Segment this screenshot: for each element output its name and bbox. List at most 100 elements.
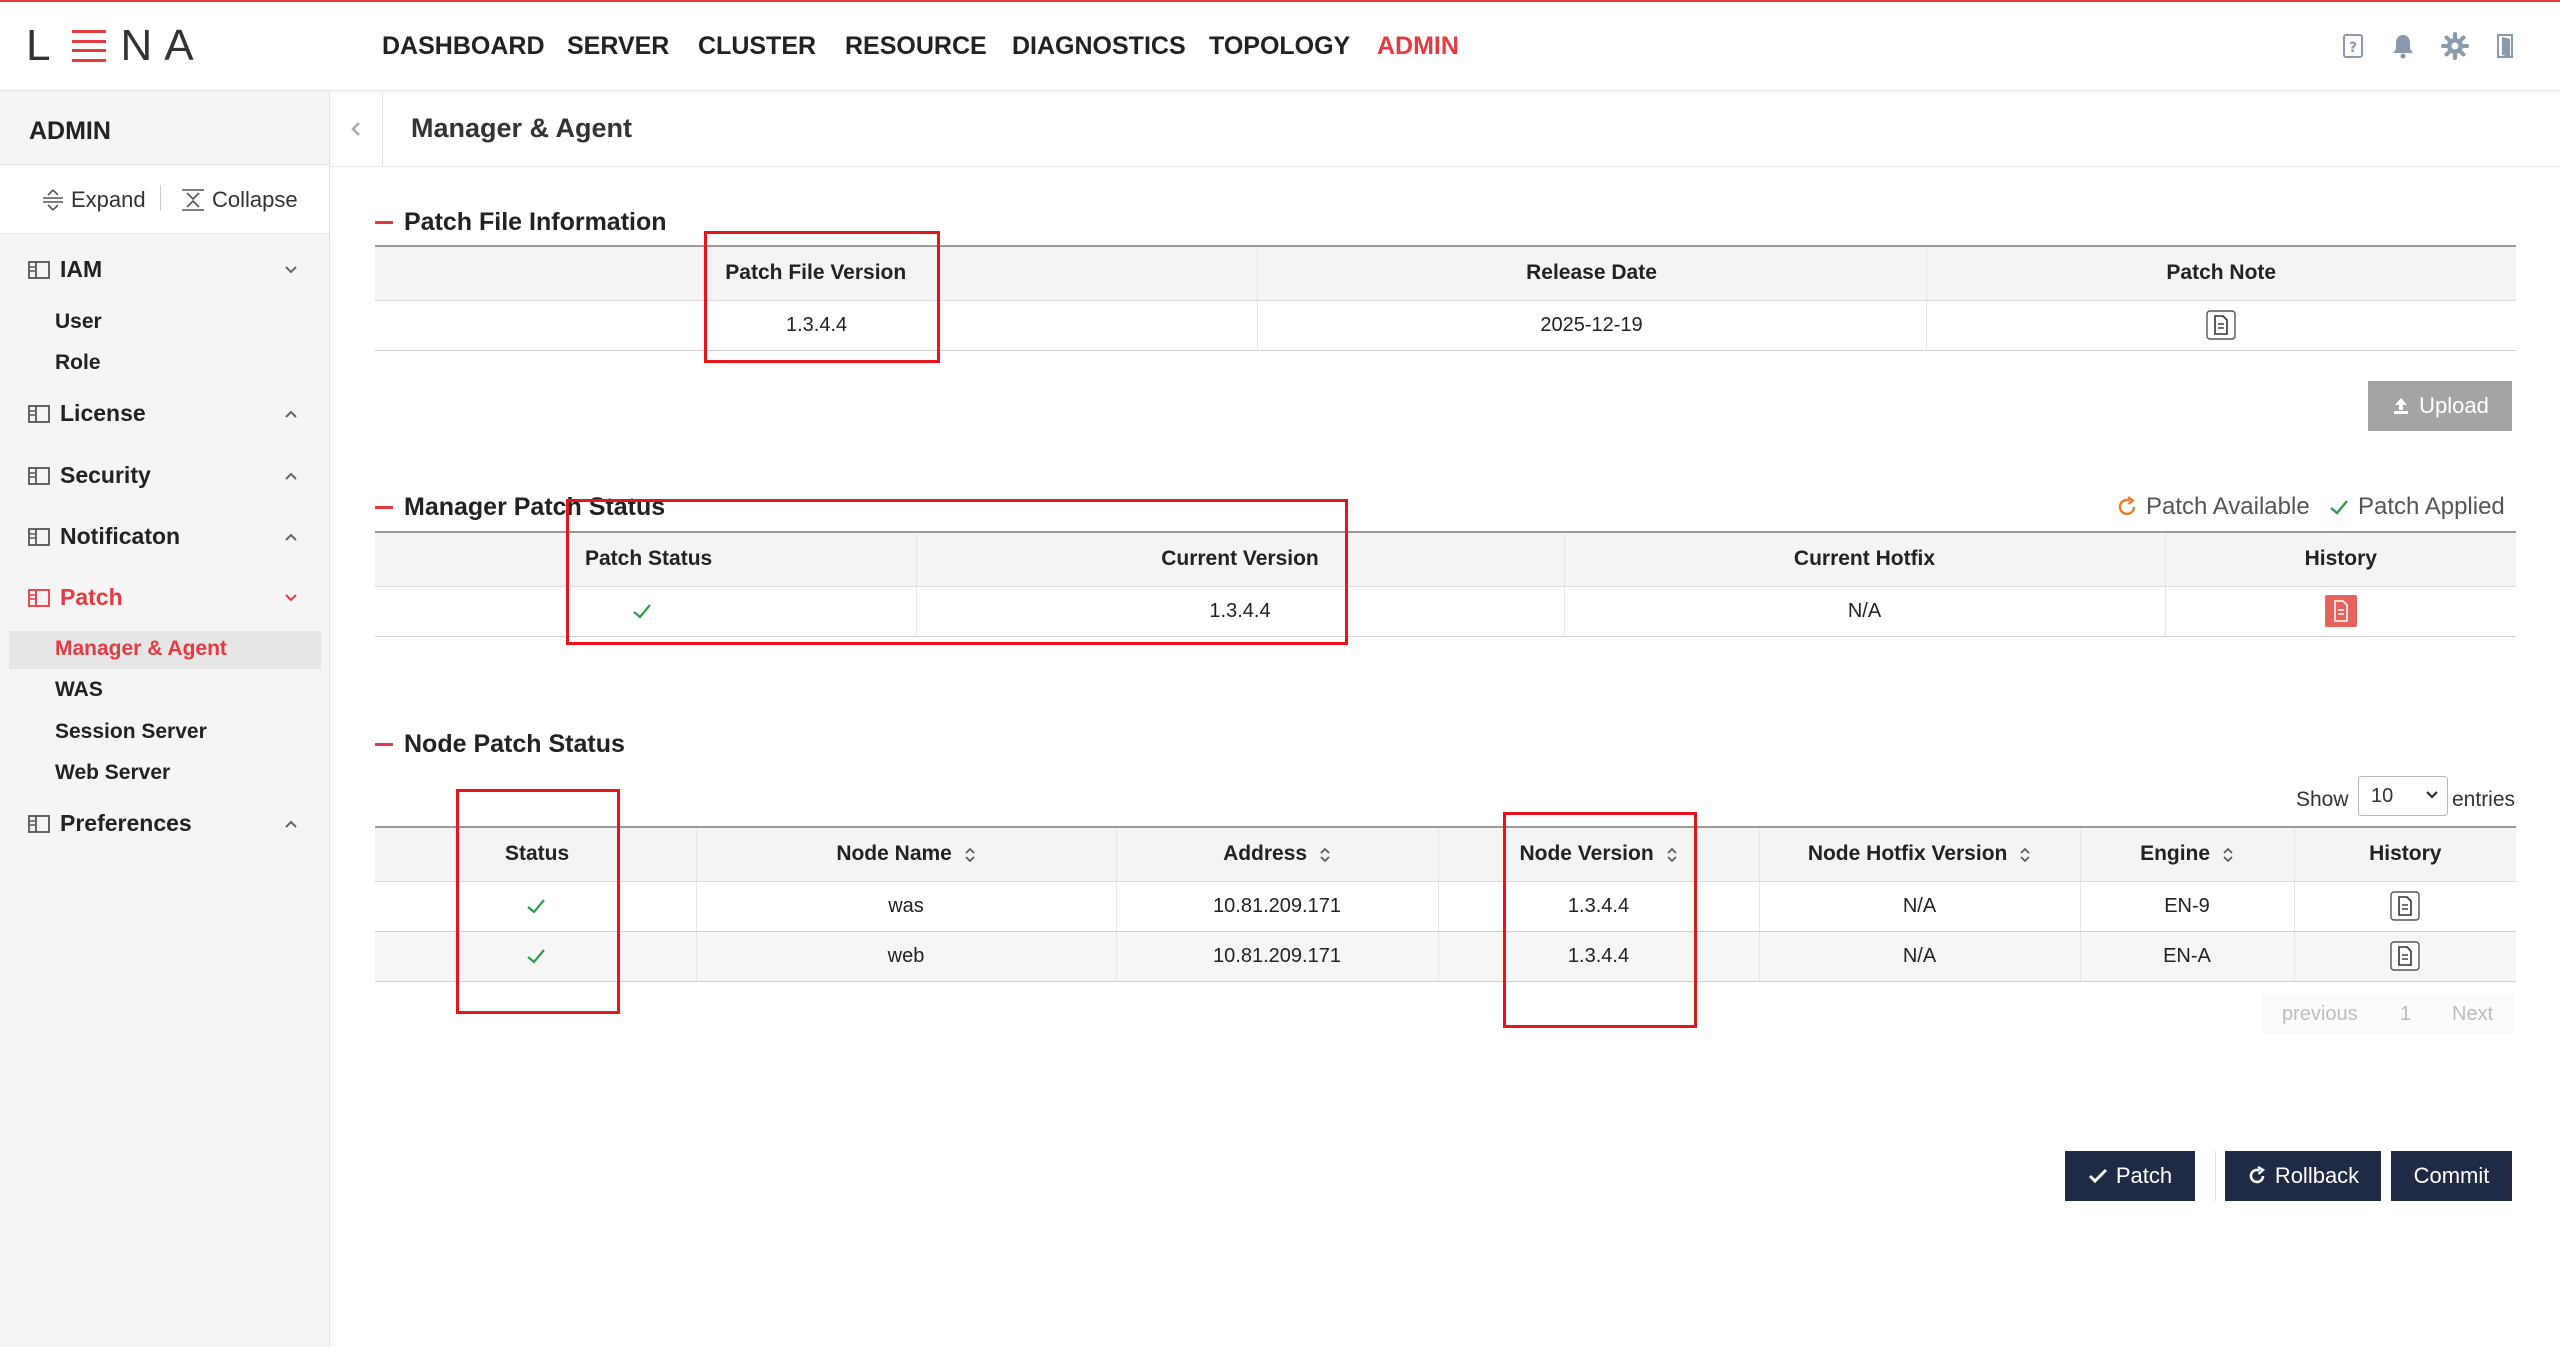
file-icon[interactable] xyxy=(2206,310,2236,340)
commit-label: Commit xyxy=(2413,1163,2490,1188)
collapse-button[interactable]: Collapse xyxy=(180,187,298,213)
col-header-patch-note: Patch Note xyxy=(1925,245,2516,301)
col-header-node-hotfix-version[interactable]: Node Hotfix Version xyxy=(1758,826,2080,882)
sidebar-tools: Expand Collapse xyxy=(0,164,329,234)
menu-group-icon xyxy=(28,814,50,833)
app-logo[interactable]: L NA xyxy=(26,18,206,74)
table-row: was 10.81.209.171 1.3.4.4 N/A EN-9 xyxy=(375,881,2516,932)
sidebar-group-patch[interactable]: Patch xyxy=(28,584,123,611)
table-row: 1.3.4.4 N/A xyxy=(375,586,2516,637)
bell-icon[interactable] xyxy=(2389,32,2417,60)
page-title: Manager & Agent xyxy=(411,113,633,143)
col-header-current-version: Current Version xyxy=(915,531,1564,587)
top-bar: L NA DASHBOARD SERVER CLUSTER RESOURCE D… xyxy=(0,2,2560,91)
refresh-icon xyxy=(2118,496,2136,516)
sidebar-group-iam[interactable]: IAM xyxy=(28,256,102,283)
chevron-up-icon[interactable] xyxy=(283,529,299,545)
col-header-node-name[interactable]: Node Name xyxy=(695,826,1116,882)
upload-button[interactable]: Upload xyxy=(2368,381,2512,431)
commit-button[interactable]: Commit xyxy=(2391,1151,2512,1201)
menu-group-icon xyxy=(28,527,50,546)
history-file-icon[interactable] xyxy=(2324,595,2357,627)
table-row: web 10.81.209.171 1.3.4.4 N/A EN-A xyxy=(375,931,2516,982)
expand-button[interactable]: Expand xyxy=(41,187,146,213)
header-label: Node Version xyxy=(1519,842,1654,866)
pagination-next[interactable]: Next xyxy=(2452,1003,2493,1026)
sidebar-item-was[interactable]: WAS xyxy=(55,678,103,702)
file-icon[interactable] xyxy=(2390,941,2420,971)
gear-icon[interactable] xyxy=(2441,32,2469,60)
logo-text-left: L xyxy=(26,21,63,70)
nav-topology[interactable]: TOPOLOGY xyxy=(1209,32,1350,61)
section-title-text: Patch File Information xyxy=(404,208,667,236)
sidebar-group-notification[interactable]: Notificaton xyxy=(28,523,180,550)
sidebar-group-security[interactable]: Security xyxy=(28,462,151,489)
patch-status-cell xyxy=(375,586,916,637)
sidebar-item-web-server[interactable]: Web Server xyxy=(55,761,170,785)
show-label: Show xyxy=(2296,788,2349,811)
page-size-value: 10 xyxy=(2371,784,2394,807)
sidebar-group-label: Preferences xyxy=(60,810,192,836)
nav-resource[interactable]: RESOURCE xyxy=(845,32,987,61)
chevron-down-icon[interactable] xyxy=(283,262,299,278)
sidebar-item-user[interactable]: User xyxy=(55,310,102,334)
sidebar-group-license[interactable]: License xyxy=(28,400,146,427)
page-header-divider xyxy=(330,166,2560,167)
sidebar-title: ADMIN xyxy=(29,117,111,145)
chevron-down-icon[interactable] xyxy=(283,590,299,606)
col-header-node-version[interactable]: Node Version xyxy=(1437,826,1759,882)
chevron-down-icon xyxy=(2426,791,2438,799)
col-header-patch-status: Patch Status xyxy=(375,531,916,587)
expand-icon xyxy=(43,189,63,211)
file-icon[interactable] xyxy=(2390,891,2420,921)
legend-label: Patch Available xyxy=(2146,493,2310,520)
nav-server[interactable]: SERVER xyxy=(567,32,669,61)
nav-cluster[interactable]: CLUSTER xyxy=(698,32,816,61)
help-icon[interactable]: ? xyxy=(2339,32,2367,60)
header-label: Node Name xyxy=(836,842,952,866)
chevron-up-icon[interactable] xyxy=(283,816,299,832)
chevron-up-icon[interactable] xyxy=(283,468,299,484)
menu-group-icon xyxy=(28,404,50,423)
header-label: Engine xyxy=(2140,842,2211,866)
patch-label: Patch xyxy=(2115,1163,2173,1188)
sidebar-toggle-button[interactable] xyxy=(330,92,383,166)
sidebar-item-session-server[interactable]: Session Server xyxy=(55,720,207,744)
header-label: Node Hotfix Version xyxy=(1807,842,2008,866)
collapse-icon xyxy=(182,189,204,211)
col-header-history: History xyxy=(2293,826,2516,882)
pagination-previous[interactable]: previous xyxy=(2282,1003,2358,1026)
node-name-cell: web xyxy=(695,931,1116,982)
check-icon xyxy=(2330,500,2348,515)
col-header-engine[interactable]: Engine xyxy=(2079,826,2294,882)
check-icon xyxy=(527,899,545,914)
col-header-address[interactable]: Address xyxy=(1115,826,1438,882)
header-label: Address xyxy=(1223,842,1308,866)
legend-patch-applied: Patch Applied xyxy=(2328,493,2505,521)
sidebar-item-role[interactable]: Role xyxy=(55,351,101,375)
menu-group-icon xyxy=(28,588,50,607)
nav-diagnostics[interactable]: DIAGNOSTICS xyxy=(1012,32,1186,61)
rollback-button[interactable]: Rollback xyxy=(2225,1151,2381,1201)
chevron-up-icon[interactable] xyxy=(283,406,299,422)
menu-group-icon xyxy=(28,260,50,279)
sidebar-item-manager-agent[interactable]: Manager & Agent xyxy=(55,637,227,661)
address-cell: 10.81.209.171 xyxy=(1115,881,1438,932)
node-hotfix-cell: N/A xyxy=(1758,881,2080,932)
col-header-status[interactable]: Status xyxy=(375,826,696,882)
nav-admin[interactable]: ADMIN xyxy=(1377,32,1459,61)
chevron-left-icon xyxy=(351,122,360,136)
sidebar-group-preferences[interactable]: Preferences xyxy=(28,810,192,837)
node-status-table: Status Node Name Address Node Version No… xyxy=(375,826,2516,982)
logout-icon[interactable] xyxy=(2492,32,2520,60)
node-version-cell: 1.3.4.4 xyxy=(1437,881,1759,932)
pagination-page-1[interactable]: 1 xyxy=(2400,1003,2411,1026)
table-row: 1.3.4.4 2025-12-19 xyxy=(375,300,2516,351)
nav-dashboard[interactable]: DASHBOARD xyxy=(382,32,545,61)
legend-patch-available: Patch Available xyxy=(2116,493,2310,521)
history-cell xyxy=(2164,586,2516,637)
check-icon xyxy=(2088,1168,2107,1184)
section-title-text: Manager Patch Status xyxy=(404,493,666,521)
page-size-select[interactable]: 10 xyxy=(2358,776,2448,816)
patch-button[interactable]: Patch xyxy=(2065,1151,2195,1201)
